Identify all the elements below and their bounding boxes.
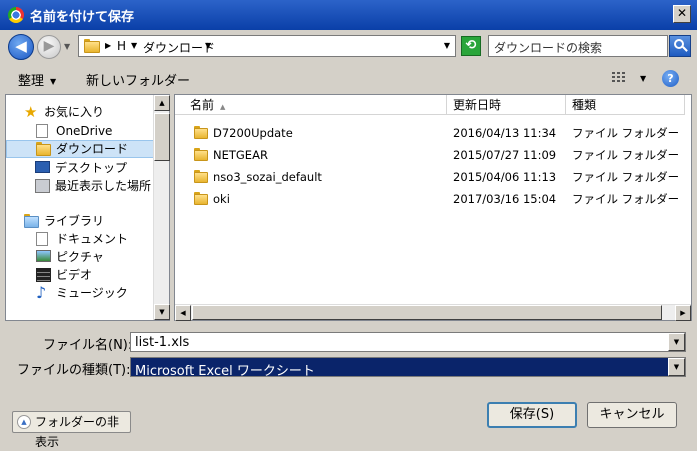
chevron-up-icon: ▲ [17, 415, 31, 429]
save-button[interactable]: 保存(S) [487, 402, 577, 428]
scroll-left-icon[interactable]: ◀ [175, 305, 191, 321]
filetype-select[interactable]: Microsoft Excel ワークシート ▼ [130, 357, 686, 379]
pictures-icon [36, 250, 51, 262]
view-dropdown-icon[interactable]: ▼ [640, 74, 646, 83]
document-icon [36, 124, 48, 138]
title-bar: 名前を付けて保存 ✕ [0, 0, 697, 30]
command-toolbar: 整理 ▼ 新しいフォルダー ▼ ? [0, 64, 697, 92]
organize-button[interactable]: 整理 ▼ [18, 70, 56, 89]
nav-item-music[interactable]: ♪ ミュージック [6, 284, 154, 302]
column-header-modified[interactable]: 更新日時 [447, 95, 566, 115]
desktop-icon [35, 161, 50, 173]
music-icon: ♪ [36, 283, 47, 302]
new-folder-button[interactable]: 新しいフォルダー [86, 70, 190, 89]
nav-item-favorites[interactable]: ★ お気に入り [6, 103, 154, 121]
table-row[interactable]: nso3_sozai_default 2015/04/06 11:13 ファイル… [175, 166, 679, 188]
scroll-thumb[interactable] [154, 113, 170, 161]
hide-folders-button[interactable]: ▲ フォルダーの非表示 [12, 411, 131, 449]
folder-icon [194, 170, 208, 183]
filetype-label: ファイルの種類(T): [17, 363, 131, 378]
scroll-up-icon[interactable]: ▲ [154, 95, 170, 111]
videos-icon [36, 268, 51, 282]
documents-icon [36, 232, 48, 246]
download-folder-icon [36, 142, 51, 156]
nav-item-recent-places[interactable]: 最近表示した場所 [6, 177, 154, 195]
search-input[interactable]: ダウンロードの検索 [488, 35, 668, 57]
file-list-scrollbar[interactable]: ◀ ▶ [175, 304, 691, 321]
table-row[interactable]: oki 2017/03/16 15:04 ファイル フォルダー [175, 188, 679, 210]
folder-icon [84, 39, 100, 53]
filename-input[interactable]: list-1.xls ▼ [130, 332, 686, 352]
nav-pane-scrollbar[interactable]: ▲ ▼ [153, 95, 170, 320]
folder-icon [194, 148, 208, 161]
nav-item-pictures[interactable]: ピクチャ [6, 248, 154, 266]
window-title: 名前を付けて保存 [30, 10, 135, 25]
folder-icon [194, 126, 208, 139]
back-button[interactable]: ◀ [8, 34, 34, 60]
view-options-icon[interactable] [612, 72, 626, 84]
navigation-pane[interactable]: ★ お気に入り OneDrive ダウンロード デスクトップ 最近表示した場所 … [5, 94, 170, 321]
filename-label: ファイル名(N): [43, 338, 133, 353]
address-dropdown-icon[interactable]: ▼ [444, 41, 450, 50]
help-icon[interactable]: ? [662, 70, 679, 87]
navigation-bar: ◀ ▶ ▼ ▶ H ▼ ダウンロード ▼ ▼ ⟲ ダウンロードの検索 [0, 30, 697, 62]
nav-item-videos[interactable]: ビデオ [6, 266, 154, 284]
refresh-button[interactable]: ⟲ [461, 36, 481, 56]
sort-ascending-icon: ▲ [220, 103, 226, 111]
breadcrumb-arrow-icon[interactable]: ▶ [105, 41, 111, 50]
scroll-right-icon[interactable]: ▶ [675, 305, 691, 321]
recent-places-icon [35, 179, 50, 193]
breadcrumb-arrow-icon[interactable]: ▼ [131, 41, 137, 50]
library-icon [24, 214, 39, 228]
folder-icon [194, 192, 208, 205]
address-bar[interactable]: ▶ H ▼ ダウンロード ▼ ▼ [78, 35, 456, 57]
nav-item-documents[interactable]: ドキュメント [6, 230, 154, 248]
chevron-down-icon[interactable]: ▼ [668, 358, 685, 376]
nav-item-downloads[interactable]: ダウンロード [6, 140, 154, 158]
table-row[interactable]: D7200Update 2016/04/13 11:34 ファイル フォルダー [175, 122, 679, 144]
chrome-icon [8, 7, 24, 23]
breadcrumb-drive[interactable]: H [117, 39, 126, 53]
recent-pages-dropdown-icon[interactable]: ▼ [64, 42, 70, 51]
forward-button[interactable]: ▶ [37, 35, 61, 59]
column-header-type[interactable]: 種類 [566, 95, 685, 115]
chevron-down-icon: ▼ [50, 77, 57, 86]
scroll-down-icon[interactable]: ▼ [154, 304, 170, 320]
nav-item-onedrive[interactable]: OneDrive [6, 122, 154, 140]
star-icon: ★ [24, 103, 38, 121]
close-button[interactable]: ✕ [673, 5, 691, 23]
organize-label: 整理 [18, 74, 45, 89]
table-row[interactable]: NETGEAR 2015/07/27 11:09 ファイル フォルダー [175, 144, 679, 166]
cancel-button[interactable]: キャンセル [587, 402, 677, 428]
nav-item-libraries[interactable]: ライブラリ [6, 212, 154, 230]
search-icon[interactable] [669, 35, 691, 57]
chevron-down-icon[interactable]: ▼ [668, 333, 685, 351]
breadcrumb-arrow-icon[interactable]: ▼ [205, 41, 211, 50]
column-header-name[interactable]: 名前 ▲ [175, 95, 447, 115]
scroll-thumb[interactable] [192, 305, 662, 320]
nav-item-desktop[interactable]: デスクトップ [6, 159, 154, 177]
file-list[interactable]: 名前 ▲ 更新日時 種類 D7200Update 2016/04/13 11:34… [174, 94, 692, 321]
